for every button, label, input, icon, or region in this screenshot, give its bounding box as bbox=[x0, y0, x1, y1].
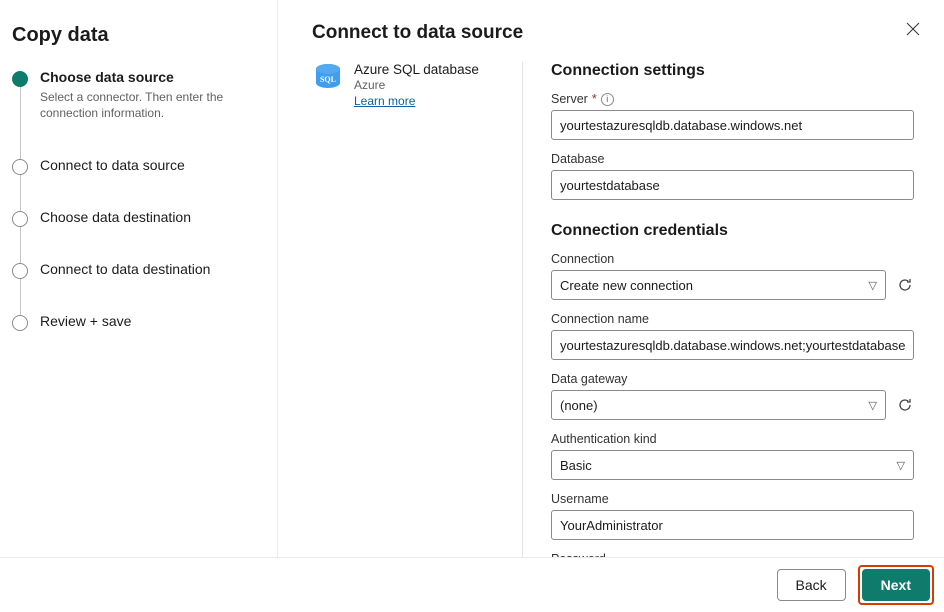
chevron-down-icon: ▽ bbox=[869, 399, 877, 412]
auth-kind-label: Authentication kind bbox=[551, 432, 914, 446]
step-title: Choose data destination bbox=[40, 209, 259, 225]
wizard-sidebar: Copy data Choose data source Select a co… bbox=[0, 0, 278, 557]
step-connect-to-data-destination[interactable]: Connect to data destination bbox=[12, 261, 259, 313]
step-review-save[interactable]: Review + save bbox=[12, 313, 259, 345]
step-choose-data-destination[interactable]: Choose data destination bbox=[12, 209, 259, 261]
divider bbox=[522, 62, 523, 557]
step-desc: Select a connector. Then enter the conne… bbox=[40, 89, 250, 121]
main-panel: Connect to data source SQL bbox=[278, 0, 944, 557]
next-button[interactable]: Next bbox=[862, 569, 930, 601]
required-indicator: * bbox=[592, 92, 597, 106]
username-label: Username bbox=[551, 492, 914, 506]
close-icon[interactable] bbox=[906, 18, 920, 45]
wizard-steps: Choose data source Select a connector. T… bbox=[12, 69, 259, 345]
password-label: Password bbox=[551, 552, 914, 557]
svg-text:SQL: SQL bbox=[320, 75, 336, 84]
source-provider: Azure bbox=[354, 78, 479, 92]
step-title: Review + save bbox=[40, 313, 259, 329]
info-icon[interactable]: i bbox=[601, 93, 614, 106]
step-bullet-icon bbox=[12, 263, 28, 279]
refresh-icon[interactable] bbox=[896, 396, 914, 414]
step-choose-data-source[interactable]: Choose data source Select a connector. T… bbox=[12, 69, 259, 157]
auth-kind-value: Basic bbox=[560, 458, 592, 473]
page-title: Connect to data source bbox=[312, 22, 523, 44]
connection-name-label: Connection name bbox=[551, 312, 914, 326]
wizard-footer: Back Next bbox=[0, 557, 944, 612]
step-connect-to-data-source[interactable]: Connect to data source bbox=[12, 157, 259, 209]
step-connector bbox=[20, 279, 21, 315]
chevron-down-icon: ▽ bbox=[897, 459, 905, 472]
connection-name-input[interactable] bbox=[551, 330, 914, 360]
step-connector bbox=[20, 87, 21, 159]
step-connector bbox=[20, 175, 21, 211]
learn-more-link[interactable]: Learn more bbox=[354, 94, 415, 108]
azure-sql-icon: SQL bbox=[312, 62, 344, 94]
connection-form: Connection settings Server * i Database … bbox=[551, 62, 920, 557]
step-bullet-icon bbox=[12, 211, 28, 227]
step-connector bbox=[20, 227, 21, 263]
wizard-title: Copy data bbox=[12, 24, 259, 47]
back-button[interactable]: Back bbox=[777, 569, 846, 601]
refresh-icon[interactable] bbox=[896, 276, 914, 294]
connection-label: Connection bbox=[551, 252, 914, 266]
next-button-highlight: Next bbox=[858, 565, 934, 605]
step-bullet-icon bbox=[12, 159, 28, 175]
chevron-down-icon: ▽ bbox=[869, 279, 877, 292]
server-input[interactable] bbox=[551, 110, 914, 140]
gateway-value: (none) bbox=[560, 398, 598, 413]
source-name: Azure SQL database bbox=[354, 62, 479, 77]
gateway-label: Data gateway bbox=[551, 372, 914, 386]
step-title: Connect to data source bbox=[40, 157, 259, 173]
database-input[interactable] bbox=[551, 170, 914, 200]
step-title: Choose data source bbox=[40, 69, 259, 85]
source-summary: SQL Azure SQL database Azure Learn more bbox=[312, 62, 500, 557]
gateway-select[interactable]: (none) ▽ bbox=[551, 390, 886, 420]
auth-kind-select[interactable]: Basic ▽ bbox=[551, 450, 914, 480]
section-connection-settings: Connection settings bbox=[551, 62, 914, 80]
step-title: Connect to data destination bbox=[40, 261, 259, 277]
username-input[interactable] bbox=[551, 510, 914, 540]
connection-select[interactable]: Create new connection ▽ bbox=[551, 270, 886, 300]
step-bullet-icon bbox=[12, 71, 28, 87]
database-label: Database bbox=[551, 152, 914, 166]
step-bullet-icon bbox=[12, 315, 28, 331]
section-connection-credentials: Connection credentials bbox=[551, 222, 914, 240]
server-label: Server * i bbox=[551, 92, 914, 106]
connection-value: Create new connection bbox=[560, 278, 693, 293]
